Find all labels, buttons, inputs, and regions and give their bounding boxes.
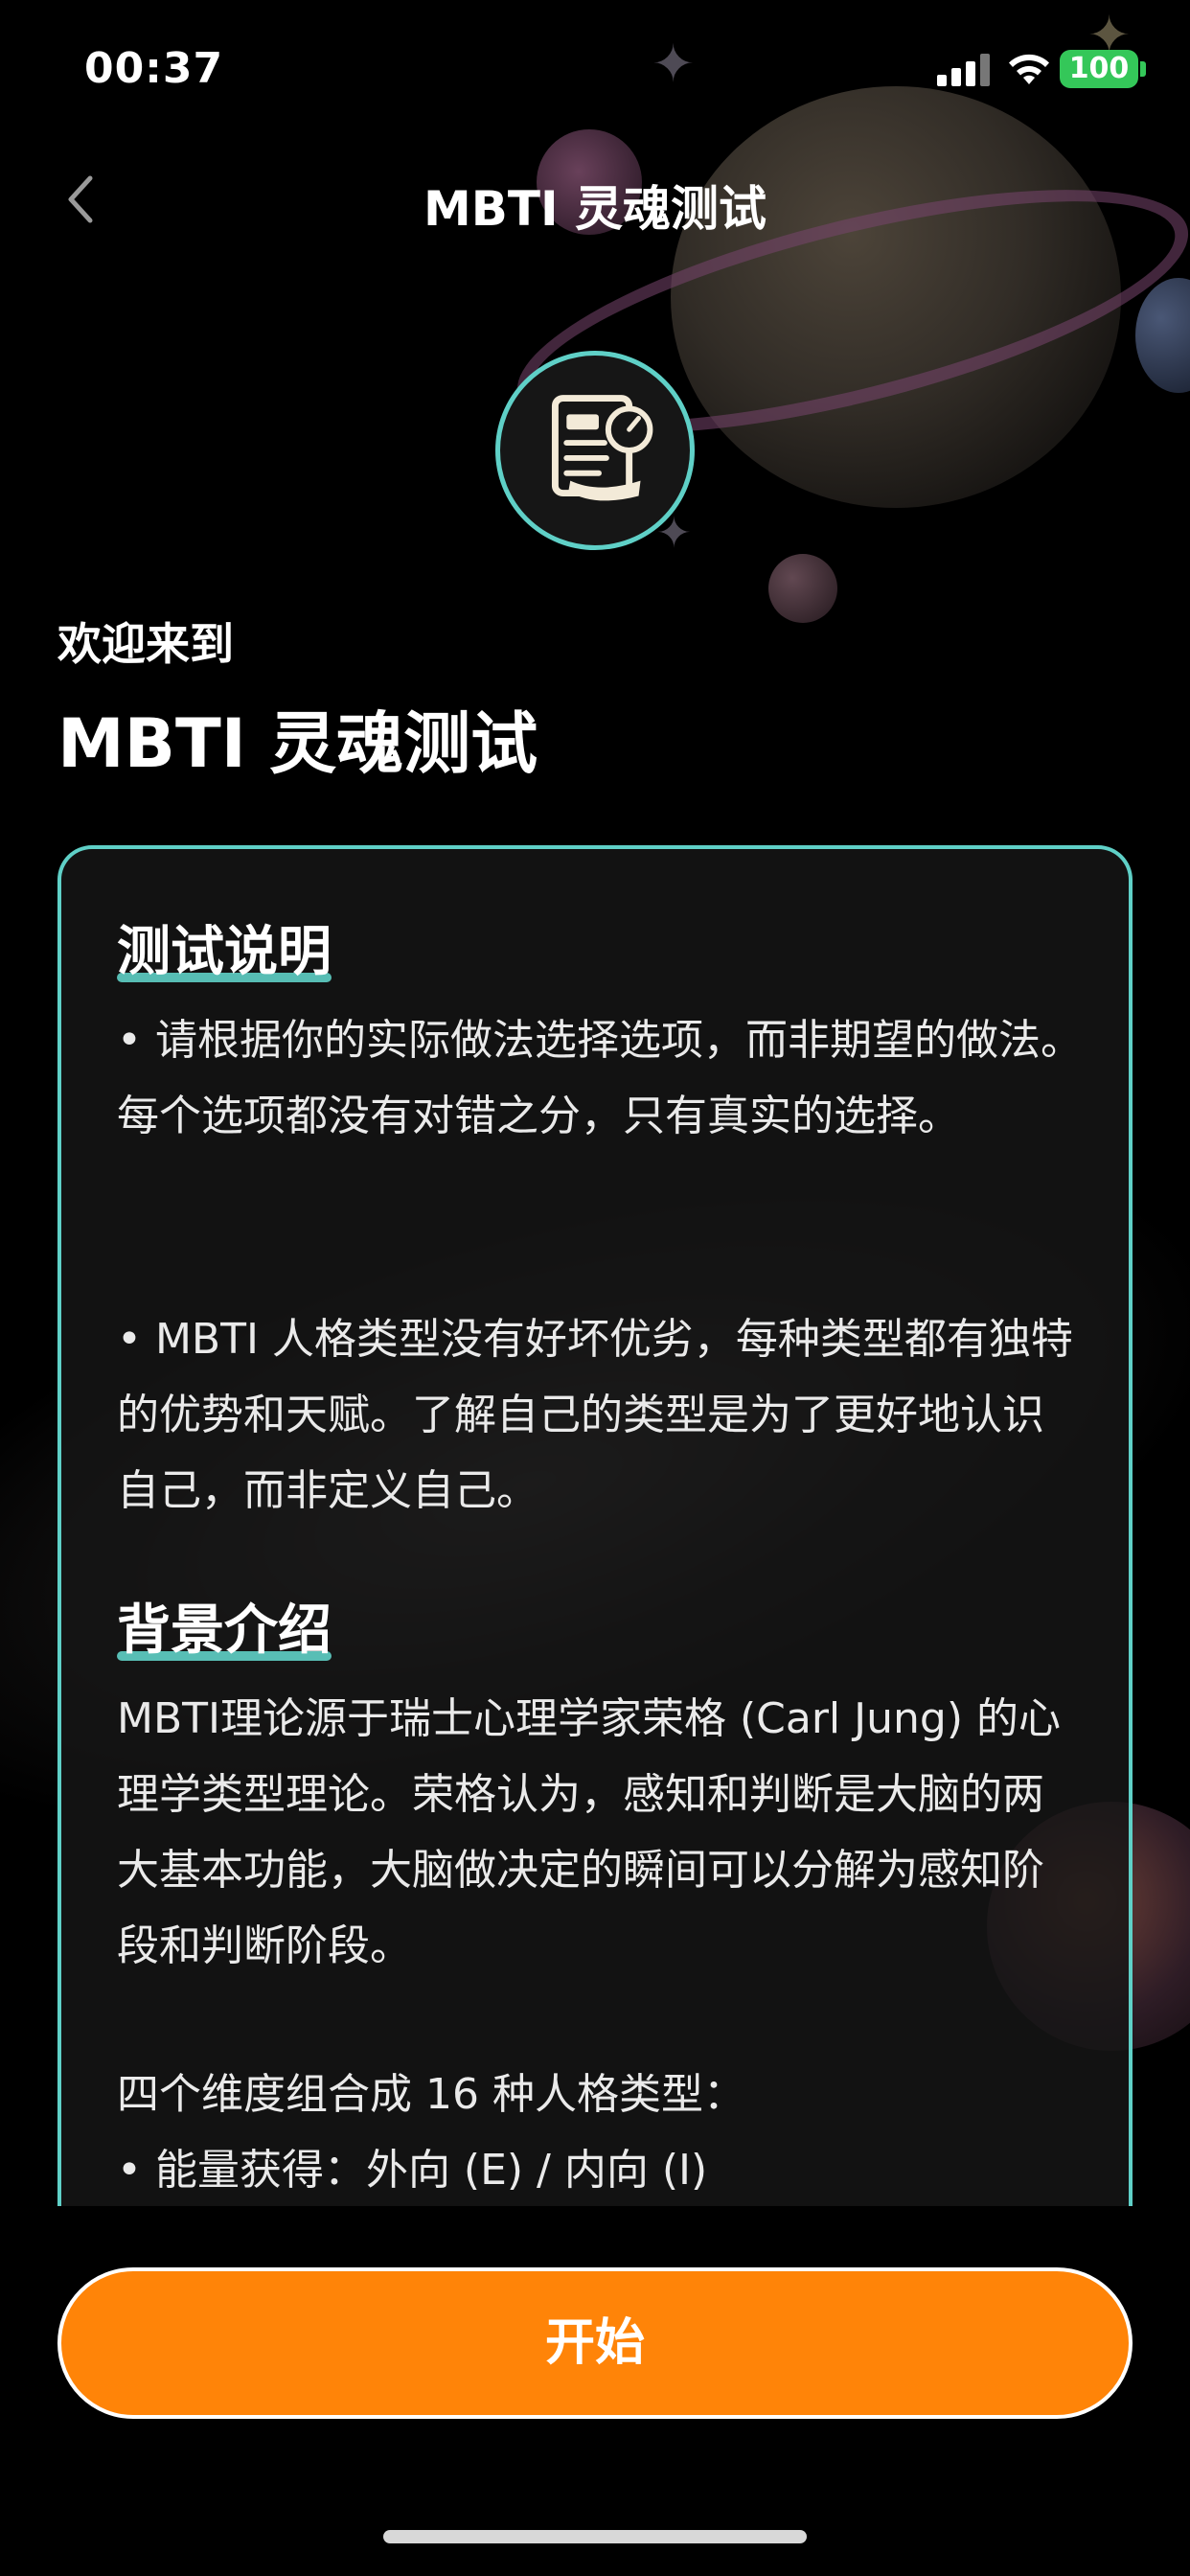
nav-title: MBTI 灵魂测试 xyxy=(423,181,767,237)
page-title: MBTI 灵魂测试 xyxy=(57,704,538,783)
status-time: 00:37 xyxy=(84,44,224,93)
home-indicator[interactable] xyxy=(383,2530,807,2543)
welcome-text: 欢迎来到 xyxy=(57,618,234,670)
wifi-icon xyxy=(1009,54,1049,84)
battery-icon: 100 xyxy=(1060,50,1138,88)
section-heading-background: 背景介绍 xyxy=(117,1599,332,1662)
status-bar: 00:37 100 xyxy=(0,0,1190,134)
intro-card[interactable]: 测试说明 • 请根据你的实际做法选择选项，而非期望的做法。每个选项都没有对错之分… xyxy=(57,845,1133,2206)
background-paragraph: MBTI理论源于瑞士心理学家荣格 (Carl Jung) 的心理学类型理论。荣格… xyxy=(117,1694,1061,1970)
start-button[interactable]: 开始 xyxy=(57,2267,1133,2419)
cellular-signal-icon xyxy=(937,54,991,86)
chevron-left-icon[interactable] xyxy=(57,171,105,228)
tiny-planet-illustration xyxy=(768,554,837,623)
blue-planet-illustration xyxy=(1135,278,1190,393)
instructions-paragraph: • MBTI 人格类型没有好坏优劣，每种类型都有独特的优势和天赋。了解自己的类型… xyxy=(117,1315,1073,1515)
battery-cap xyxy=(1140,61,1146,77)
document-gauge-icon xyxy=(495,351,695,550)
instructions-paragraph: • 请根据你的实际做法选择选项，而非期望的做法。每个选项都没有对错之分，只有真实… xyxy=(117,1016,1083,1140)
section-heading-instructions: 测试说明 xyxy=(117,921,332,983)
dimension-item: • 能量获得：外向 (E) / 内向 (I) xyxy=(117,2146,708,2195)
dimensions-intro: 四个维度组合成 16 种人格类型： xyxy=(117,2070,745,2119)
